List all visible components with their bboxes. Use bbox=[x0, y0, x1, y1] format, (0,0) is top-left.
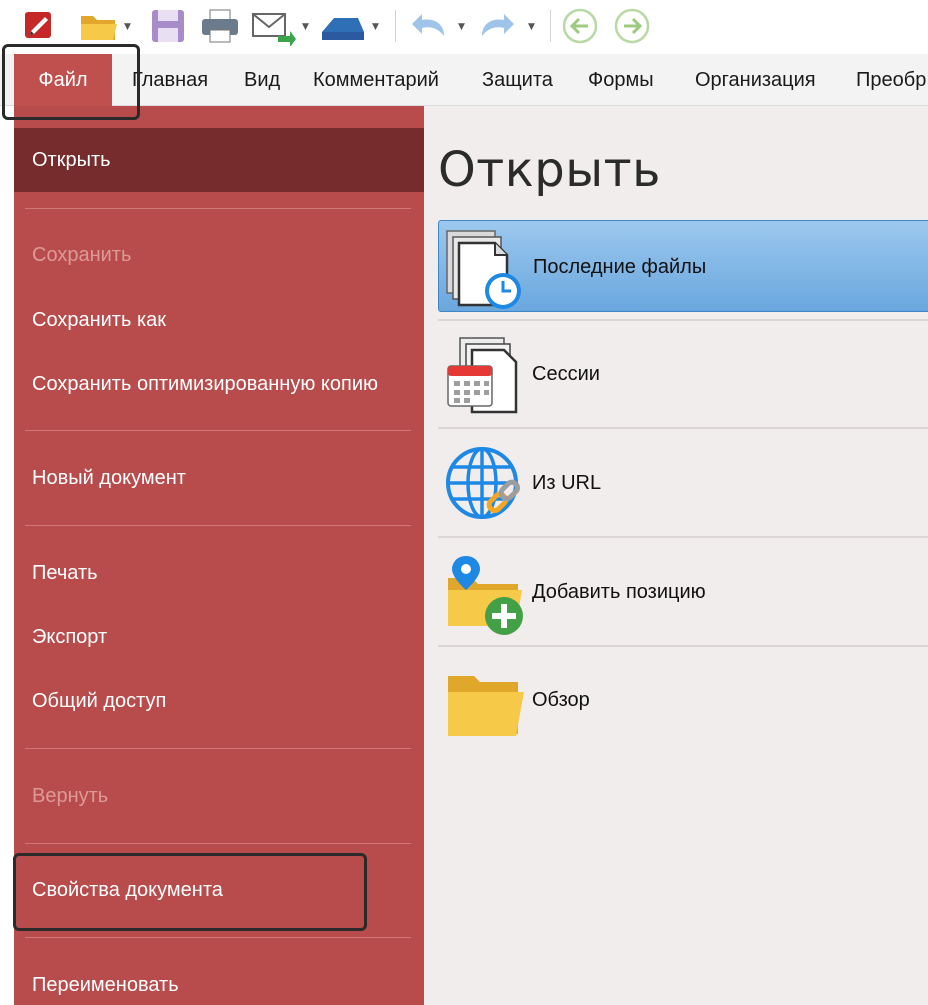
sidebar-item-export[interactable]: Экспорт bbox=[14, 605, 424, 669]
option-divider bbox=[438, 536, 928, 538]
save-icon[interactable] bbox=[148, 6, 190, 51]
sidebar-divider bbox=[25, 843, 411, 844]
forward-icon[interactable] bbox=[612, 6, 652, 51]
sidebar-item-save-as[interactable]: Сохранить как bbox=[14, 288, 424, 352]
option-label: Из URL bbox=[532, 472, 602, 494]
sidebar-divider bbox=[25, 430, 411, 431]
print-icon[interactable] bbox=[198, 6, 242, 51]
open-folder-icon[interactable] bbox=[78, 6, 120, 49]
app-logo-icon bbox=[22, 6, 56, 47]
recent-files-icon bbox=[445, 229, 527, 311]
option-label: Сессии bbox=[532, 363, 600, 385]
sidebar-item-share[interactable]: Общий доступ bbox=[14, 669, 424, 733]
document-properties-highlight bbox=[13, 853, 367, 931]
sidebar-divider bbox=[25, 525, 411, 526]
scan-icon[interactable] bbox=[318, 6, 368, 51]
sessions-icon bbox=[444, 336, 526, 418]
tab-home[interactable]: Главная bbox=[132, 54, 208, 106]
option-from-url[interactable]: Из URL bbox=[438, 437, 928, 529]
option-add-place[interactable]: Добавить позицию bbox=[438, 546, 928, 638]
sidebar-item-save[interactable]: Сохранить bbox=[14, 223, 424, 287]
open-panel: Открыть Последние файлы Сессии Из URL До… bbox=[424, 106, 928, 1005]
folder-icon bbox=[444, 662, 526, 744]
option-divider bbox=[438, 427, 928, 429]
file-tab-highlight bbox=[2, 44, 140, 120]
tab-view[interactable]: Вид bbox=[244, 54, 280, 106]
email-dropdown-icon[interactable]: ▼ bbox=[302, 22, 309, 32]
option-sessions[interactable]: Сессии bbox=[438, 328, 928, 420]
option-label: Добавить позицию bbox=[532, 581, 706, 603]
sidebar-divider bbox=[25, 208, 411, 209]
scan-dropdown-icon[interactable]: ▼ bbox=[372, 22, 379, 32]
option-divider bbox=[438, 319, 928, 321]
tab-convert[interactable]: Преобр bbox=[856, 54, 926, 106]
toolbar-separator bbox=[395, 10, 396, 42]
undo-dropdown-icon[interactable]: ▼ bbox=[458, 22, 465, 32]
sidebar-item-save-optimized[interactable]: Сохранить оптимизированную копию bbox=[14, 352, 424, 416]
option-divider bbox=[438, 645, 928, 647]
sidebar-item-print[interactable]: Печать bbox=[14, 541, 424, 605]
back-icon[interactable] bbox=[560, 6, 600, 51]
tab-comment[interactable]: Комментарий bbox=[313, 54, 439, 106]
option-label: Последние файлы bbox=[533, 256, 707, 278]
globe-link-icon bbox=[444, 445, 526, 527]
tab-organize[interactable]: Организация bbox=[695, 54, 816, 106]
option-recent-files[interactable]: Последние файлы bbox=[438, 220, 928, 312]
quick-access-toolbar: ▼ ▼ ▼ ▼ ▼ bbox=[0, 0, 928, 54]
page-title: Открыть bbox=[438, 142, 661, 198]
sidebar-item-open[interactable]: Открыть bbox=[14, 128, 424, 192]
sidebar-divider bbox=[25, 748, 411, 749]
add-place-icon bbox=[444, 554, 526, 636]
sidebar-item-rename[interactable]: Переименовать bbox=[14, 953, 424, 1005]
open-dropdown-icon[interactable]: ▼ bbox=[124, 22, 131, 32]
redo-icon[interactable] bbox=[474, 6, 518, 51]
sidebar-divider bbox=[25, 937, 411, 938]
tab-protect[interactable]: Защита bbox=[482, 54, 553, 106]
sidebar-item-new-document[interactable]: Новый документ bbox=[14, 446, 424, 510]
option-label: Обзор bbox=[532, 689, 590, 711]
undo-icon[interactable] bbox=[408, 6, 452, 51]
email-icon[interactable] bbox=[250, 6, 298, 51]
toolbar-separator bbox=[550, 10, 551, 42]
redo-dropdown-icon[interactable]: ▼ bbox=[528, 22, 535, 32]
option-browse[interactable]: Обзор bbox=[438, 654, 928, 746]
tab-forms[interactable]: Формы bbox=[588, 54, 654, 106]
sidebar-item-revert[interactable]: Вернуть bbox=[14, 764, 424, 828]
